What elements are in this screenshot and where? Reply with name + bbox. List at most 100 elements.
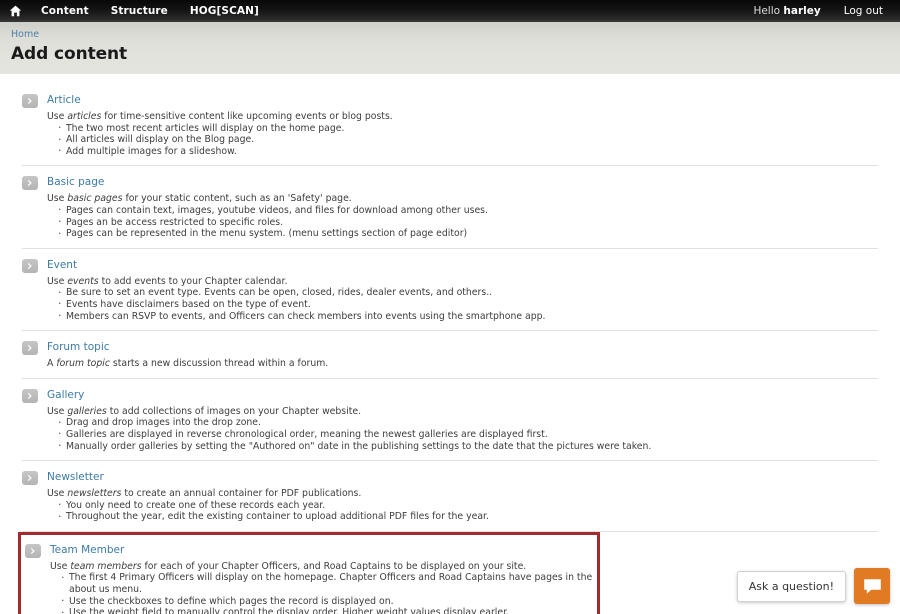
content-type-header: Team Member	[25, 543, 597, 559]
ask-a-question-button[interactable]: Ask a question!	[736, 570, 846, 602]
chevron-right-icon[interactable]	[22, 341, 38, 356]
content-type-body: Use team members for each of your Chapte…	[50, 561, 597, 614]
content-type-bullet-list: The first 4 Primary Officers will displa…	[50, 572, 597, 614]
content-type-bullet: Pages can contain text, images, youtube …	[58, 204, 878, 217]
bullet-text: Add multiple images for a slideshow.	[66, 145, 237, 157]
description-text: for your static content, such as an 'Saf…	[122, 193, 352, 205]
description-text: for each of your Chapter Officers, and R…	[141, 560, 527, 572]
breadcrumb[interactable]: Home	[11, 29, 900, 41]
content-type-item: Team Member Use team members for each of …	[18, 531, 600, 614]
content-type-header: Gallery	[22, 388, 878, 404]
content-type-bullet: Pages can be represented in the menu sys…	[58, 228, 878, 240]
chat-prompt-label: Ask a question!	[748, 579, 834, 593]
breadcrumb-item-home: Home	[11, 29, 40, 40]
page-header: Home Add content	[0, 22, 900, 74]
toolbar-item-label: Content	[41, 5, 89, 17]
logout-link[interactable]: Log out	[830, 5, 889, 17]
bullet-text: The first 4 Primary Officers will displa…	[69, 572, 593, 596]
bullet-text: Pages an be access restricted to specifi…	[66, 216, 284, 228]
content-type-description: Use articles for time-sensitive content …	[47, 111, 878, 123]
toolbar-item-hogscan[interactable]: HOG[SCAN]	[179, 0, 270, 22]
main-content: Article Use articles for time-sensitive c…	[0, 74, 900, 614]
content-type-bullet: The two most recent articles will displa…	[58, 122, 878, 135]
toolbar-item-label: Structure	[110, 5, 168, 17]
chevron-right-icon[interactable]	[22, 176, 38, 191]
content-type-item: Article Use articles for time-sensitive c…	[22, 84, 878, 167]
content-type-bullet: Members can RSVP to events, and Officers…	[58, 310, 878, 323]
description-emphasis: events	[67, 275, 99, 287]
content-type-bullet: Events have disclaimers based on the typ…	[58, 298, 878, 311]
content-type-bullet: Pages an be access restricted to specifi…	[58, 216, 878, 229]
content-type-link[interactable]: Basic page	[47, 175, 104, 189]
content-type-link[interactable]: Gallery	[47, 388, 84, 402]
content-type-link[interactable]: Forum topic	[47, 340, 110, 354]
content-type-item: Gallery Use galleries to add collections …	[22, 379, 878, 462]
content-type-header: Event	[22, 258, 878, 274]
chevron-right-icon[interactable]	[22, 471, 38, 486]
admin-toolbar: Content Structure HOG[SCAN] Hello harley…	[0, 0, 900, 22]
bullet-text: Use the weight field to manually control…	[69, 607, 509, 614]
content-type-link[interactable]: Event	[47, 258, 77, 272]
content-type-body: Use galleries to add collections of imag…	[47, 406, 878, 452]
content-type-bullet: You only need to create one of these rec…	[58, 499, 878, 512]
bullet-text: Manually order galleries by setting the …	[66, 440, 652, 452]
description-text: starts a new discussion thread within a …	[109, 358, 329, 370]
bullet-text: Members can RSVP to events, and Officers…	[66, 310, 546, 322]
bullet-text: Galleries are displayed in reverse chron…	[66, 428, 548, 440]
content-type-body: Use basic pages for your static content,…	[47, 193, 878, 239]
content-type-bullet: Use the weight field to manually control…	[61, 607, 597, 614]
description-emphasis: articles	[67, 111, 102, 122]
description-emphasis: basic pages	[67, 193, 123, 205]
content-type-bullet: Add multiple images for a slideshow.	[58, 145, 878, 158]
content-type-bullet: All articles will display on the Blog pa…	[58, 134, 878, 146]
content-type-bullet: Manually order galleries by setting the …	[58, 440, 878, 453]
bullet-inline-link[interactable]: Blog page	[204, 134, 251, 145]
content-type-bullet-list: You only need to create one of these rec…	[47, 499, 878, 523]
description-emphasis: galleries	[67, 405, 107, 417]
bullet-text: All articles will display on the	[66, 134, 205, 146]
content-type-description: Use team members for each of your Chapte…	[50, 561, 597, 573]
home-icon[interactable]	[0, 0, 30, 22]
toolbar-item-content[interactable]: Content	[30, 0, 100, 22]
chevron-right-icon[interactable]	[22, 94, 38, 108]
bullet-text: Events have disclaimers based on the typ…	[66, 298, 311, 310]
chevron-right-icon[interactable]	[25, 543, 41, 558]
content-type-item: Event Use events to add events to your Ch…	[22, 249, 878, 332]
content-type-body: Use newsletters to create an annual cont…	[47, 488, 878, 523]
bullet-text: Be sure to set an event type. Events can…	[66, 287, 493, 299]
content-type-description: Use galleries to add collections of imag…	[47, 406, 878, 418]
chevron-right-icon[interactable]	[22, 388, 38, 403]
description-emphasis: newsletters	[67, 488, 122, 500]
content-type-header: Forum topic	[22, 340, 878, 356]
chevron-right-icon[interactable]	[22, 258, 38, 273]
content-type-bullet-list: Drag and drop images into the drop zone.…	[47, 417, 878, 452]
description-text: A	[47, 358, 57, 370]
content-type-bullet-list: The two most recent articles will displa…	[47, 122, 878, 158]
bullet-text: Use the checkboxes to define which pages…	[69, 595, 394, 607]
description-text: to add collections of images on your Cha…	[106, 405, 362, 417]
content-type-item: Newsletter Use newsletters to create an a…	[22, 461, 878, 532]
content-type-list: Article Use articles for time-sensitive c…	[0, 84, 900, 614]
content-type-bullet: Be sure to set an event type. Events can…	[58, 287, 878, 299]
content-type-link[interactable]: Newsletter	[47, 470, 104, 484]
content-type-link[interactable]: Team Member	[50, 543, 124, 557]
content-type-body: Use articles for time-sensitive content …	[47, 111, 878, 157]
logout-label: Log out	[843, 5, 883, 17]
content-type-link[interactable]: Article	[47, 93, 81, 107]
content-type-bullet-list: Pages can contain text, images, youtube …	[47, 204, 878, 240]
bullet-text: Drag and drop images into the drop zone.	[66, 417, 261, 429]
content-type-description: A forum topic starts a new discussion th…	[47, 358, 878, 370]
toolbar-left-group: Content Structure HOG[SCAN]	[0, 0, 270, 22]
user-greeting: Hello harley	[744, 5, 829, 17]
chat-bubble-icon[interactable]	[854, 568, 890, 604]
page-title: Add content	[11, 44, 128, 64]
content-type-bullet: Use the checkboxes to define which pages…	[61, 595, 597, 608]
toolbar-item-label: HOG[SCAN]	[189, 5, 259, 17]
toolbar-right-group: Hello harley Log out	[744, 0, 900, 22]
description-emphasis: team members	[70, 560, 142, 572]
content-type-description: Use events to add events to your Chapter…	[47, 276, 878, 288]
toolbar-item-structure[interactable]: Structure	[100, 0, 179, 22]
bullet-text: The two most recent articles will displa…	[66, 122, 345, 134]
content-type-item: Basic page Use basic pages for your stati…	[22, 166, 878, 249]
bullet-text: Pages can contain text, images, youtube …	[66, 204, 488, 216]
